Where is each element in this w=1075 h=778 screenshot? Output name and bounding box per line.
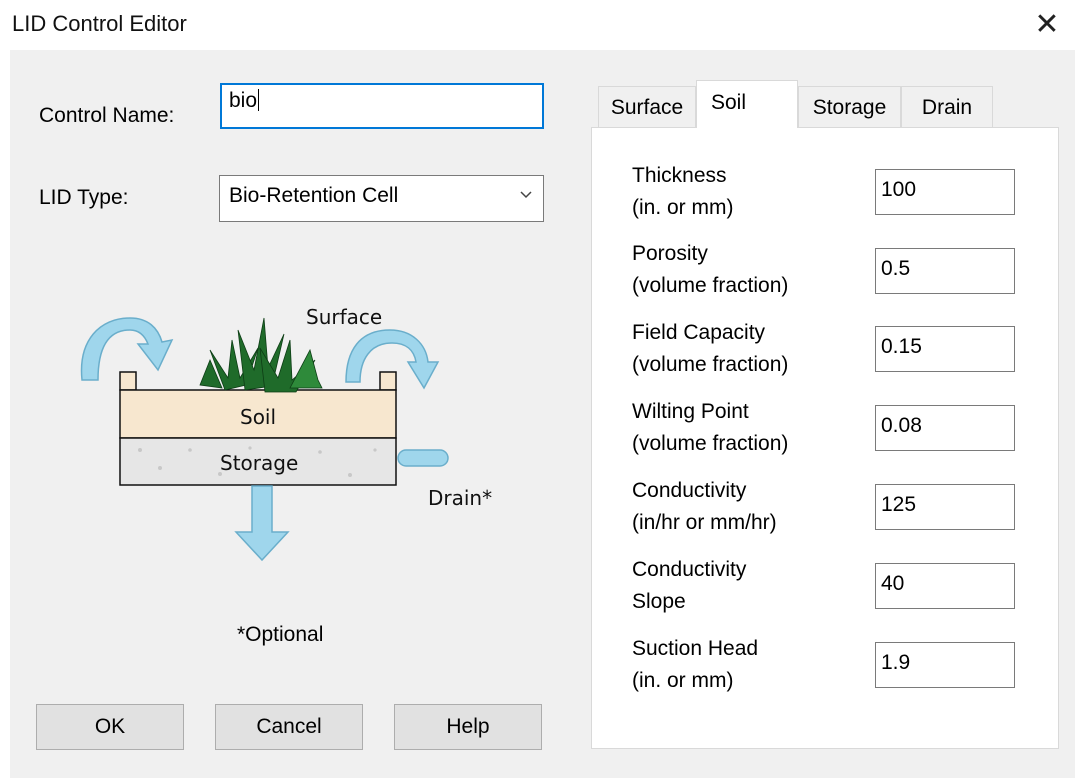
- control-name-value: bio: [229, 89, 258, 112]
- cancel-button[interactable]: Cancel: [215, 704, 363, 750]
- wilting-point-input[interactable]: 0.08: [875, 405, 1015, 451]
- conductivity-label: Conductivity (in/hr or mm/hr): [632, 479, 777, 534]
- tab-storage[interactable]: Storage: [798, 86, 901, 128]
- control-name-label: Control Name:: [39, 104, 175, 127]
- conductivity-input[interactable]: 125: [875, 484, 1015, 530]
- suction-head-input[interactable]: 1.9: [875, 642, 1015, 688]
- drain-pipe-icon: [397, 449, 449, 467]
- thickness-input[interactable]: 100: [875, 169, 1015, 215]
- tab-drain[interactable]: Drain: [901, 86, 993, 128]
- conductivity-slope-label: Conductivity Slope: [632, 558, 747, 613]
- porosity-label: Porosity (volume fraction): [632, 242, 789, 297]
- lid-type-label: LID Type:: [39, 186, 129, 209]
- tab-soil[interactable]: Soil: [696, 80, 798, 128]
- wilting-point-label: Wilting Point (volume fraction): [632, 400, 789, 455]
- chevron-down-icon: [520, 191, 532, 199]
- conductivity-slope-input[interactable]: 40: [875, 563, 1015, 609]
- thickness-label: Thickness (in. or mm): [632, 164, 734, 219]
- exfiltration-arrow-icon: [234, 485, 290, 562]
- lid-type-value: Bio-Retention Cell: [229, 184, 399, 207]
- tab-surface[interactable]: Surface: [598, 86, 696, 128]
- plant-icon: [199, 317, 323, 393]
- inflow-arrow-icon: [80, 317, 174, 381]
- drain-label: Drain*: [428, 486, 492, 510]
- help-button[interactable]: Help: [394, 704, 542, 750]
- left-berm: [119, 371, 137, 391]
- field-capacity-label: Field Capacity (volume fraction): [632, 321, 789, 376]
- right-berm: [379, 371, 397, 391]
- optional-note: *Optional: [237, 623, 324, 646]
- soil-label: Soil: [240, 405, 276, 429]
- bio-retention-diagram: Surface Soil Storage Drain*: [80, 305, 492, 562]
- control-name-input[interactable]: bio: [220, 83, 544, 129]
- storage-label: Storage: [220, 451, 298, 475]
- field-capacity-input[interactable]: 0.15: [875, 326, 1015, 372]
- ok-button[interactable]: OK: [36, 704, 184, 750]
- title-bar: LID Control Editor ✕: [0, 0, 1075, 48]
- text-caret: [258, 89, 260, 111]
- suction-head-label: Suction Head (in. or mm): [632, 637, 759, 692]
- porosity-input[interactable]: 0.5: [875, 248, 1015, 294]
- close-icon: ✕: [1034, 7, 1060, 41]
- close-button[interactable]: ✕: [1027, 4, 1067, 44]
- soil-tab-panel: Thickness (in. or mm) 100 Porosity (volume…: [591, 127, 1059, 749]
- window-title: LID Control Editor: [12, 11, 187, 36]
- surface-label: Surface: [306, 305, 382, 329]
- lid-type-select[interactable]: Bio-Retention Cell: [219, 175, 544, 222]
